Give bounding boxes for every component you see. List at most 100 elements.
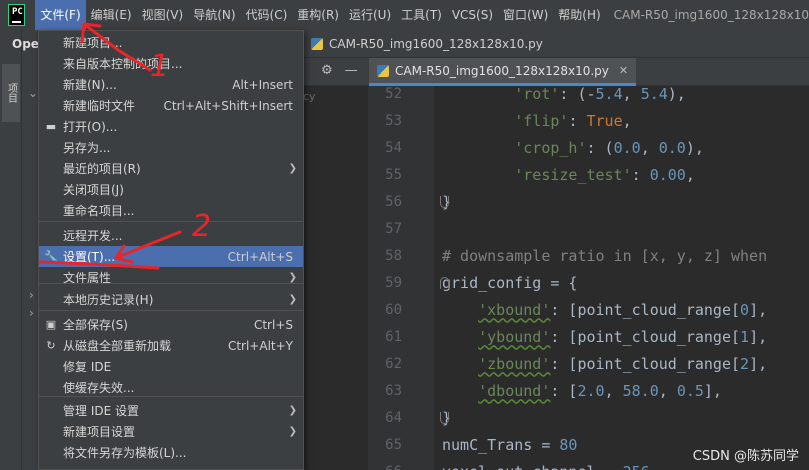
reload-icon: ↻ (46, 339, 56, 352)
code-token: ], (749, 354, 768, 373)
file-menu-item-7[interactable]: 关闭项目(J) (39, 179, 303, 200)
code-text: 'dbound': [2.0, 58.0, 0.5], (418, 382, 722, 400)
file-menu-item-label: 使缓存失效... (63, 381, 135, 395)
code-token: , (622, 84, 641, 103)
line-number: 53 (385, 112, 402, 129)
menu-item-7[interactable]: 工具(T) (396, 0, 447, 30)
code-token: , (685, 165, 695, 184)
menu-item-5[interactable]: 重构(R) (292, 0, 344, 30)
code-line: 57 (368, 215, 809, 242)
fold-close-icon[interactable] (440, 196, 449, 208)
submenu-arrow-icon: ❯ (288, 163, 297, 174)
code-line: 58 # downsample ratio in [x, y, z] when (368, 242, 809, 269)
file-menu-item-4[interactable]: ▬ 打开(O)... (39, 116, 303, 137)
code-token: 'flip' (514, 111, 569, 130)
code-token: : (568, 111, 587, 130)
fold-close-icon[interactable] (440, 412, 449, 424)
file-menu-item-label: 远程开发... (63, 229, 123, 243)
menu-separator (39, 221, 303, 222)
menu-item-3[interactable]: 导航(N) (188, 0, 240, 30)
menu-item-8[interactable]: VCS(S) (447, 0, 498, 30)
editor-tab-label: CAM-R50_img1600_128x128x10.py (395, 63, 609, 78)
file-menu-item-label: 新建项目... (63, 36, 123, 50)
file-menu-item-19[interactable]: 将文件另存为模板(L)... (39, 442, 303, 463)
file-menu-item-16[interactable]: 使缓存失效... (39, 377, 303, 398)
fold-open-icon[interactable] (440, 277, 449, 289)
code-token: : ( (586, 138, 614, 157)
side-text: cy (303, 90, 316, 103)
file-menu-item-10[interactable]: 🔧 设置(T)... Ctrl+Alt+S (39, 246, 303, 267)
code-token: 'crop_h' (514, 138, 587, 157)
code-token: 'rot' (514, 84, 560, 103)
file-menu-item-5[interactable]: 另存为... (39, 137, 303, 158)
line-number: 56 (385, 193, 402, 210)
left-tool-strip: 项目 (0, 30, 22, 470)
menu-item-2[interactable]: 视图(V) (137, 0, 189, 30)
file-menu-item-8[interactable]: 重命名项目... (39, 200, 303, 221)
file-menu-item-shortcut: Ctrl+S (253, 317, 293, 332)
file-menu-item-6[interactable]: 最近的项目(R) ❯ (39, 158, 303, 179)
file-menu-item-13[interactable]: ▣ 全部保存(S) Ctrl+S (39, 314, 303, 335)
chevron-right-icon[interactable]: › (29, 306, 34, 320)
file-menu-item-18[interactable]: 新建项目设置 ❯ (39, 421, 303, 442)
file-menu-item-0[interactable]: 新建项目... (39, 32, 303, 53)
menu-item-0[interactable]: 文件(F) (35, 0, 86, 30)
menubar: PC 文件(F) 编辑(E) 视图(V) 导航(N) 代码(C) 重构(R) 运行(U) 工具… (0, 0, 809, 30)
file-menu-item-label: 从磁盘全部重新加载 (63, 339, 172, 353)
code-token: ], (703, 381, 722, 400)
code-line: 60 'xbound': [point_cloud_range[0], (368, 296, 809, 323)
code-editor[interactable]: 52 'rot': (-5.4, 5.4), 53 'flip': True, 54… (368, 84, 809, 470)
code-token: : [point_cloud_range[ (550, 300, 741, 319)
code-token: 58.0 (622, 381, 659, 400)
file-menu-item-label: 全部保存(S) (63, 318, 128, 332)
file-menu-item-label: 重命名项目... (63, 204, 135, 218)
menu-item-10[interactable]: 帮助(H) (553, 0, 605, 30)
file-menu-item-label: 打开(O)... (63, 120, 118, 134)
file-menu-item-1[interactable]: 来自版本控制的项目... (39, 53, 303, 74)
code-text: 'flip': True, (418, 111, 631, 130)
file-menu-item-15[interactable]: 修复 IDE (39, 356, 303, 377)
breadcrumb-file[interactable]: CAM-R50_img1600_128x128x10.py (329, 37, 543, 51)
file-menu-item-label: 管理 IDE 设置 (63, 404, 139, 418)
menu-separator (39, 396, 303, 397)
minimize-icon[interactable]: — (345, 63, 358, 78)
line-number: 64 (385, 409, 402, 426)
file-menu-item-3[interactable]: 新建临时文件 Ctrl+Alt+Shift+Insert (39, 95, 303, 116)
code-text: numC_Trans = 80 (418, 436, 577, 454)
menu-item-6[interactable]: 运行(U) (344, 0, 396, 30)
file-menu-item-label: 新建临时文件 (63, 99, 136, 113)
code-line: 59 grid_config = { (368, 269, 809, 296)
file-menu-item-17[interactable]: 管理 IDE 设置 ❯ (39, 400, 303, 421)
submenu-arrow-icon: ❯ (288, 405, 297, 416)
menu-item-4[interactable]: 代码(C) (241, 0, 293, 30)
file-menu-dropdown: 新建项目... 来自版本控制的项目... 新建(N)... Alt+Insert 新建临… (38, 30, 304, 470)
tool-tab-project[interactable]: 项目 (2, 64, 20, 122)
code-line: 62 'zbound': [point_cloud_range[2], (368, 350, 809, 377)
file-menu-item-12[interactable]: 本地历史记录(H) ❯ (39, 289, 303, 310)
file-menu-item-9[interactable]: 远程开发... (39, 225, 303, 246)
file-menu-item-14[interactable]: ↻ 从磁盘全部重新加载 Ctrl+Alt+Y (39, 335, 303, 356)
menu-item-9[interactable]: 窗口(W) (498, 0, 553, 30)
chevron-right-icon[interactable]: › (29, 288, 34, 302)
code-token: numC_Trans = (442, 435, 560, 454)
menu-item-1[interactable]: 编辑(E) (86, 0, 137, 30)
code-token: 1 (740, 327, 750, 346)
code-token: 256 (623, 463, 650, 470)
file-menu-item-2[interactable]: 新建(N)... Alt+Insert (39, 74, 303, 95)
chevron-down-icon[interactable]: ⌄ (28, 86, 38, 100)
submenu-arrow-icon: ❯ (288, 426, 297, 437)
file-menu-item-shortcut: Alt+Insert (232, 77, 293, 92)
file-menu-item-11[interactable]: 文件属性 ❯ (39, 267, 303, 288)
line-number: 66 (368, 464, 402, 470)
menu-separator (39, 310, 303, 311)
close-icon[interactable]: ✕ (619, 64, 628, 77)
code-token: 2.0 (577, 381, 605, 400)
file-menu-item-label: 关闭项目(J) (63, 183, 124, 197)
gear-icon[interactable]: ⚙ (321, 63, 333, 78)
save-icon: ▣ (45, 318, 57, 331)
code-token: 0.5 (676, 381, 704, 400)
